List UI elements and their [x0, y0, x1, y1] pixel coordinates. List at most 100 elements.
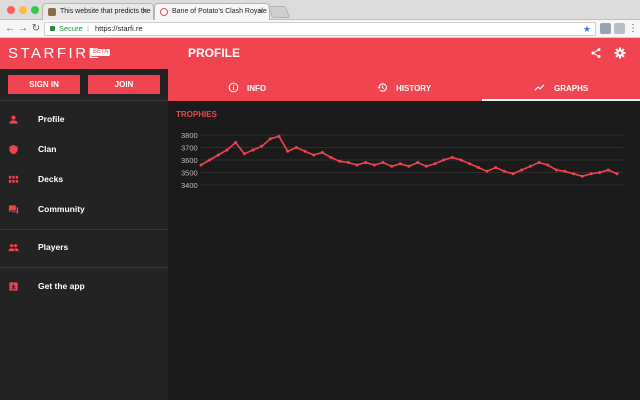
browser-tab-active[interactable]: Bane of Potato's Clash Royale ✕	[154, 3, 270, 20]
data-point[interactable]	[407, 164, 411, 168]
sidebar-divider	[0, 100, 168, 101]
back-icon[interactable]: ←	[4, 22, 16, 35]
sign-in-button[interactable]: SIGN IN	[8, 75, 80, 94]
data-point[interactable]	[572, 172, 576, 176]
data-point[interactable]	[433, 162, 437, 166]
browser-tab[interactable]: This website that predicts the ✕	[42, 3, 154, 20]
data-point[interactable]	[329, 156, 333, 159]
close-window-button[interactable]	[7, 6, 15, 14]
data-point[interactable]	[199, 163, 203, 167]
minimize-window-button[interactable]	[19, 6, 27, 14]
y-tick-label: 3500	[181, 169, 198, 178]
grid-icon	[8, 175, 19, 183]
data-point[interactable]	[589, 172, 593, 176]
data-point[interactable]	[563, 169, 567, 173]
data-point[interactable]	[225, 148, 229, 152]
extension-icon[interactable]	[614, 23, 625, 34]
tab-info[interactable]: INFO	[168, 76, 325, 101]
sidebar-item-label: Profile	[38, 114, 65, 124]
forward-icon[interactable]: →	[17, 22, 29, 35]
join-button[interactable]: JOIN	[88, 75, 160, 94]
shield-icon	[9, 144, 18, 155]
data-point[interactable]	[502, 169, 506, 173]
data-point[interactable]	[580, 174, 584, 178]
data-point[interactable]	[286, 149, 290, 153]
data-point[interactable]	[424, 164, 428, 168]
data-point[interactable]	[528, 164, 532, 168]
data-point[interactable]	[615, 172, 619, 176]
share-icon[interactable]	[590, 47, 602, 59]
data-point[interactable]	[416, 161, 420, 164]
data-point[interactable]	[355, 163, 359, 167]
data-point[interactable]	[312, 153, 316, 157]
data-point[interactable]	[606, 168, 610, 172]
tab-history[interactable]: HISTORY	[325, 76, 482, 101]
tab-close-icon[interactable]: ✕	[141, 4, 148, 20]
data-point[interactable]	[216, 153, 220, 157]
data-point[interactable]	[234, 141, 238, 144]
data-point[interactable]	[251, 148, 255, 152]
data-point[interactable]	[537, 161, 541, 164]
data-point[interactable]	[260, 144, 264, 148]
y-tick-label: 3700	[181, 144, 198, 153]
data-point[interactable]	[485, 169, 489, 173]
data-point[interactable]	[208, 158, 212, 162]
data-point[interactable]	[294, 146, 298, 149]
data-point[interactable]	[511, 172, 515, 176]
tab-close-icon[interactable]: ✕	[257, 4, 264, 20]
address-bar[interactable]: Secure | https://starfi.re ★	[44, 22, 596, 36]
data-point[interactable]	[242, 152, 246, 156]
browser-menu-icon[interactable]: ⋮	[628, 22, 638, 35]
tab-graphs[interactable]: GRAPHS	[482, 76, 640, 101]
tab-label: INFO	[247, 84, 267, 93]
bookmark-star-icon[interactable]: ★	[583, 23, 591, 35]
sidebar-item-clan[interactable]: Clan	[0, 137, 168, 163]
data-point[interactable]	[459, 158, 463, 162]
data-point[interactable]	[346, 161, 350, 164]
data-point[interactable]	[598, 171, 602, 174]
data-point[interactable]	[554, 168, 558, 172]
data-point[interactable]	[476, 166, 480, 169]
trending-icon	[534, 84, 545, 91]
sidebar-item-players[interactable]: Players	[0, 235, 168, 261]
brand-bar: STARFIRE BETA	[0, 38, 168, 69]
sidebar-item-decks[interactable]: Decks	[0, 167, 168, 193]
new-tab-button[interactable]	[267, 6, 291, 18]
app: STARFIRE BETA SIGN IN JOIN Profile Clan …	[0, 38, 640, 400]
brand-logo[interactable]: STARFIRE	[8, 45, 101, 62]
data-point[interactable]	[338, 159, 342, 163]
tab-title: This website that predicts the	[60, 8, 151, 15]
data-point[interactable]	[390, 164, 394, 168]
download-icon	[9, 282, 18, 291]
sidebar-item-community[interactable]: Community	[0, 197, 168, 223]
tab-title: Bane of Potato's Clash Royale	[172, 8, 267, 15]
data-point[interactable]	[494, 166, 498, 169]
data-point[interactable]	[277, 134, 281, 138]
tab-label: GRAPHS	[554, 84, 589, 93]
data-point[interactable]	[320, 151, 324, 154]
data-point[interactable]	[442, 158, 446, 162]
y-tick-label: 3400	[181, 181, 198, 190]
data-point[interactable]	[268, 137, 272, 141]
series-line	[200, 135, 618, 178]
beta-badge: BETA	[91, 49, 111, 56]
data-point[interactable]	[546, 163, 550, 167]
maximize-window-button[interactable]	[31, 6, 39, 14]
data-point[interactable]	[364, 161, 368, 164]
sidebar-item-label: Decks	[38, 174, 64, 184]
secure-label: Secure	[59, 24, 83, 33]
data-point[interactable]	[372, 163, 376, 167]
data-point[interactable]	[398, 162, 402, 166]
data-point[interactable]	[303, 149, 307, 153]
extension-icon[interactable]	[600, 23, 611, 34]
data-point[interactable]	[381, 161, 385, 164]
sidebar: STARFIRE BETA SIGN IN JOIN Profile Clan …	[0, 38, 168, 400]
data-point[interactable]	[450, 156, 454, 159]
sidebar-item-get-the-app[interactable]: Get the app	[0, 274, 168, 300]
data-point[interactable]	[520, 168, 524, 172]
gear-icon[interactable]	[614, 47, 626, 59]
sidebar-item-profile[interactable]: Profile	[0, 107, 168, 133]
page-title: PROFILE	[188, 46, 241, 60]
data-point[interactable]	[468, 162, 472, 166]
reload-icon[interactable]: ↻	[30, 22, 42, 35]
